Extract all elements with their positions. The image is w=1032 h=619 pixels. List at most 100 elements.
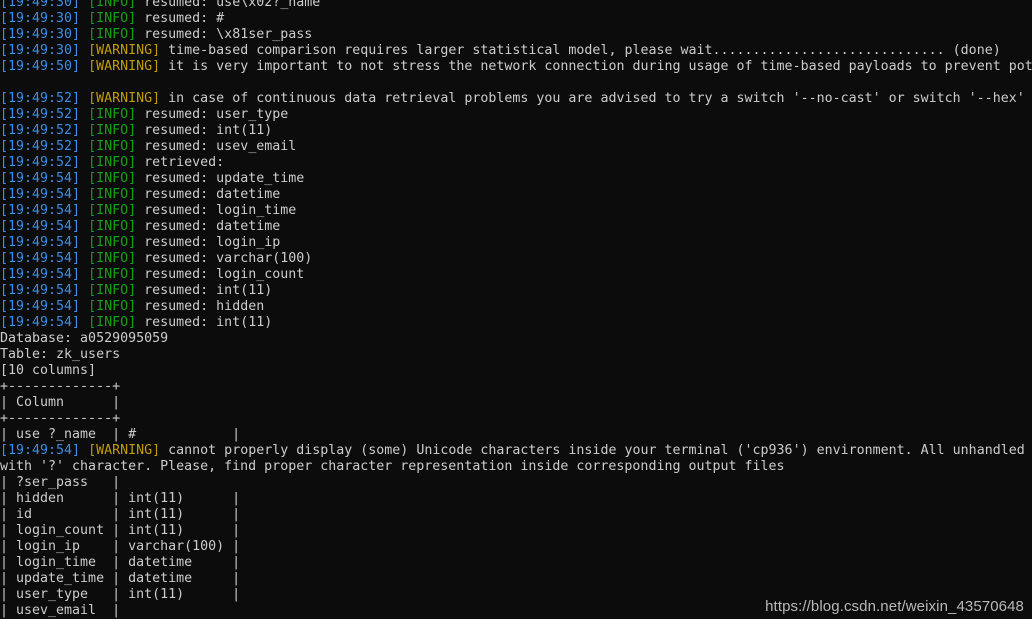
terminal-log-line: [19:49:54] [INFO] resumed: hidden <box>0 299 1032 315</box>
log-message: resumed: \x81ser_pass <box>136 27 313 42</box>
terminal-log-line: [19:49:52] [INFO] resumed: int(11) <box>0 123 1032 139</box>
terminal-log-line: [19:49:30] [WARNING] time-based comparis… <box>0 43 1032 59</box>
plain-text: Table: zk_users <box>0 347 121 362</box>
plain-text: | ?ser_pass | <box>0 475 121 490</box>
terminal-plain-line: | login_ip | varchar(100) | <box>0 539 1032 555</box>
log-message: resumed: varchar(100) <box>136 251 313 266</box>
log-level-info: [INFO] <box>88 283 137 298</box>
log-message: resumed: login_ip <box>136 235 281 250</box>
log-level-warn: [WARNING] <box>88 443 161 458</box>
terminal-log-line: [19:49:52] [INFO] resumed: usev_email <box>0 139 1032 155</box>
log-message: resumed: hidden <box>136 299 265 314</box>
terminal-log-line: [19:49:54] [INFO] resumed: update_time <box>0 171 1032 187</box>
plain-text: | login_count | int(11) | <box>0 523 241 538</box>
plain-text: +-------------+ <box>0 411 121 426</box>
log-timestamp: [19:49:52] <box>0 107 81 122</box>
terminal-plain-line: | login_count | int(11) | <box>0 523 1032 539</box>
log-timestamp: [19:49:54] <box>0 203 81 218</box>
log-message: resumed: usev_email <box>136 139 297 154</box>
log-timestamp: [19:49:30] <box>0 43 81 58</box>
log-timestamp: [19:49:52] <box>0 123 81 138</box>
log-level-info: [INFO] <box>88 139 137 154</box>
plain-text: | login_time | datetime | <box>0 555 241 570</box>
log-level-info: [INFO] <box>88 251 137 266</box>
terminal-log-line: [19:49:54] [INFO] resumed: int(11) <box>0 283 1032 299</box>
terminal-plain-line: | Column | <box>0 395 1032 411</box>
terminal-log-line: [19:49:54] [INFO] resumed: login_count <box>0 267 1032 283</box>
log-message: time-based comparison requires larger st… <box>160 43 1001 58</box>
log-level-info: [INFO] <box>88 0 137 10</box>
terminal-plain-line: | ?ser_pass | <box>0 475 1032 491</box>
log-message: resumed: int(11) <box>136 283 273 298</box>
plain-text: +-------------+ <box>0 379 121 394</box>
terminal-window[interactable]: [19:49:30] [INFO] resumed: use\x02?_name… <box>0 0 1032 619</box>
terminal-log-line: [19:49:30] [INFO] resumed: \x81ser_pass <box>0 27 1032 43</box>
log-timestamp: [19:49:54] <box>0 283 81 298</box>
plain-text: with '?' character. Please, find proper … <box>0 459 785 474</box>
log-message: resumed: use\x02?_name <box>136 0 321 10</box>
log-level-warn: [WARNING] <box>88 91 161 106</box>
terminal-plain-line: Table: zk_users <box>0 347 1032 363</box>
log-timestamp: [19:49:54] <box>0 299 81 314</box>
terminal-log-line: [19:49:54] [INFO] resumed: varchar(100) <box>0 251 1032 267</box>
log-timestamp: [19:49:54] <box>0 187 81 202</box>
log-message: resumed: login_count <box>136 267 305 282</box>
log-level-warn: [WARNING] <box>88 59 161 74</box>
log-level-info: [INFO] <box>88 235 137 250</box>
terminal-log-line: [19:49:52] [WARNING] in case of continuo… <box>0 91 1032 107</box>
terminal-plain-line: +-------------+ <box>0 379 1032 395</box>
plain-text: | Column | <box>0 395 121 410</box>
log-level-info: [INFO] <box>88 203 137 218</box>
log-timestamp: [19:49:52] <box>0 155 81 170</box>
log-timestamp: [19:49:54] <box>0 235 81 250</box>
terminal-log-line: [19:49:52] [INFO] resumed: user_type <box>0 107 1032 123</box>
log-message: resumed: user_type <box>136 107 289 122</box>
log-level-info: [INFO] <box>88 171 137 186</box>
log-timestamp: [19:49:50] <box>0 59 81 74</box>
log-message: resumed: int(11) <box>136 123 273 138</box>
plain-text: | update_time | datetime | <box>0 571 241 586</box>
log-level-info: [INFO] <box>88 27 137 42</box>
terminal-log-line: [19:49:50] [WARNING] it is very importan… <box>0 59 1032 75</box>
plain-text: [10 columns] <box>0 363 97 378</box>
terminal-log-line: [19:49:30] [INFO] resumed: use\x02?_name <box>0 0 1032 11</box>
terminal-plain-line: | id | int(11) | <box>0 507 1032 523</box>
terminal-log-line: [19:49:52] [INFO] retrieved: <box>0 155 1032 171</box>
terminal-log-line: [19:49:30] [INFO] resumed: # <box>0 11 1032 27</box>
terminal-log-line: [19:49:54] [INFO] resumed: datetime <box>0 187 1032 203</box>
log-message: resumed: datetime <box>136 219 281 234</box>
log-message: resumed: datetime <box>136 187 281 202</box>
log-timestamp: [19:49:54] <box>0 251 81 266</box>
terminal-log-line: [19:49:54] [WARNING] cannot properly dis… <box>0 443 1032 459</box>
terminal-log-line: [19:49:54] [INFO] resumed: login_ip <box>0 235 1032 251</box>
log-message: resumed: login_time <box>136 203 297 218</box>
terminal-plain-line: | hidden | int(11) | <box>0 491 1032 507</box>
terminal-log-line: [19:49:54] [INFO] resumed: datetime <box>0 219 1032 235</box>
log-timestamp: [19:49:30] <box>0 11 81 26</box>
terminal-output: [19:49:30] [INFO] resumed: use\x02?_name… <box>0 0 1032 619</box>
log-timestamp: [19:49:54] <box>0 171 81 186</box>
terminal-log-line: [19:49:54] [INFO] resumed: login_time <box>0 203 1032 219</box>
log-message: resumed: int(11) <box>136 315 273 330</box>
terminal-plain-line: | update_time | datetime | <box>0 571 1032 587</box>
log-level-info: [INFO] <box>88 299 137 314</box>
log-timestamp: [19:49:30] <box>0 27 81 42</box>
log-level-warn: [WARNING] <box>88 43 161 58</box>
log-message: resumed: # <box>136 11 225 26</box>
plain-text: | user_type | int(11) | <box>0 587 241 602</box>
terminal-plain-line: +-------------+ <box>0 411 1032 427</box>
terminal-plain-line: [10 columns] <box>0 363 1032 379</box>
watermark-url: https://blog.csdn.net/weixin_43570648 <box>765 598 1024 615</box>
terminal-plain-line: | login_time | datetime | <box>0 555 1032 571</box>
log-level-info: [INFO] <box>88 315 137 330</box>
log-timestamp: [19:49:54] <box>0 443 81 458</box>
log-timestamp: [19:49:54] <box>0 219 81 234</box>
log-message: it is very important to not stress the n… <box>160 59 1032 74</box>
log-message: in case of continuous data retrieval pro… <box>160 91 1025 106</box>
log-level-info: [INFO] <box>88 267 137 282</box>
log-timestamp: [19:49:54] <box>0 315 81 330</box>
log-level-info: [INFO] <box>88 107 137 122</box>
log-timestamp: [19:49:52] <box>0 139 81 154</box>
terminal-plain-line: with '?' character. Please, find proper … <box>0 459 1032 475</box>
